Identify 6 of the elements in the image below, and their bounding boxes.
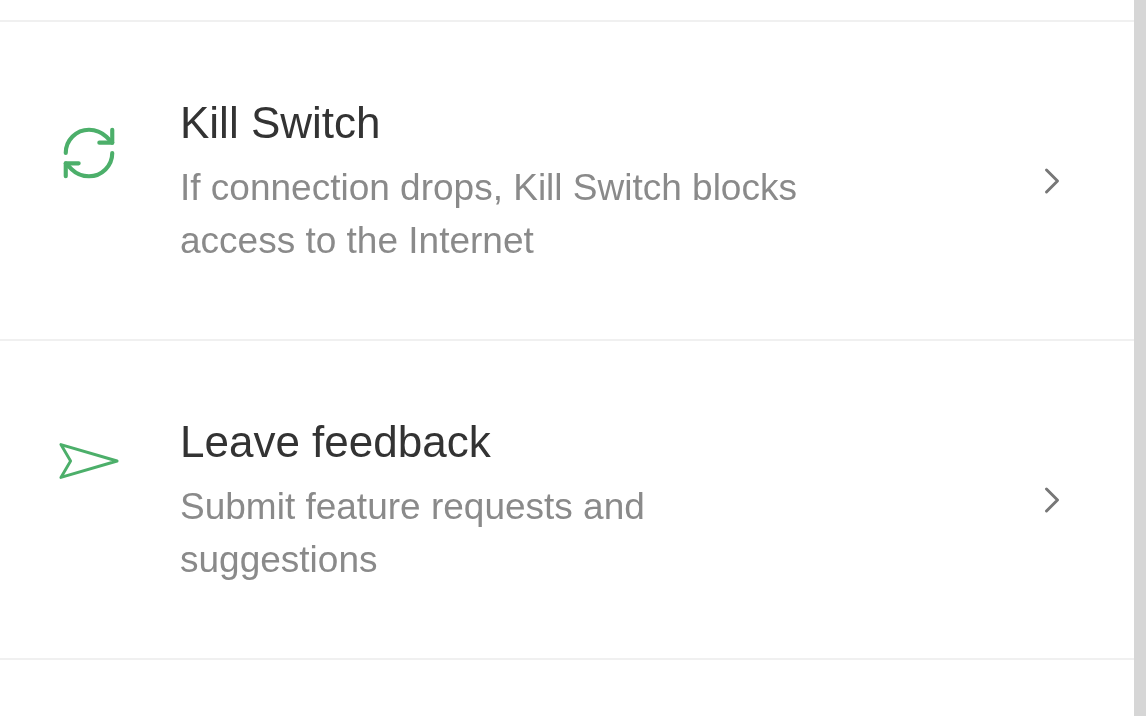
- send-icon: [58, 441, 120, 481]
- row-title: Leave feedback: [180, 415, 492, 468]
- row-title: Kill Switch: [180, 96, 382, 149]
- row-description: If connection drops, Kill Switch blocks access to the Internet: [180, 165, 798, 263]
- scrollbar[interactable]: [1134, 0, 1146, 716]
- row-description: Submit feature requests and suggestions: [180, 484, 646, 582]
